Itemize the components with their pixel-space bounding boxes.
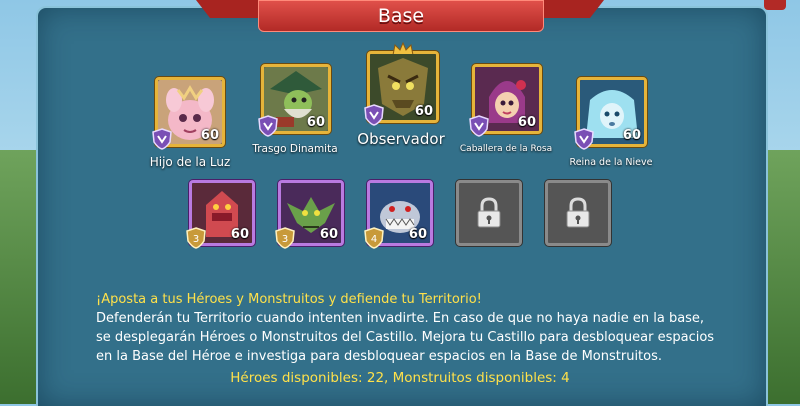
monster-rank: 3: [193, 234, 199, 245]
hero-level: 60: [622, 128, 641, 143]
monster-slot-2[interactable]: 3 60: [275, 180, 344, 249]
description-body: Defenderán tu Territorio cuando intenten…: [96, 311, 715, 364]
hero-slot-trasgo-dinamita[interactable]: 60: [258, 64, 331, 137]
hero-name: Observador: [357, 130, 445, 148]
background-left: [0, 150, 40, 404]
close-button[interactable]: [764, 0, 786, 10]
shield-icon: [364, 104, 384, 126]
monster-level: 60: [408, 227, 427, 242]
available-count: Héroes disponibles: 22, Monstruitos disp…: [230, 370, 570, 386]
description: ¡Aposta a tus Héroes y Monstruitos y def…: [96, 290, 716, 366]
page-title: Base: [377, 5, 425, 27]
hero-name: Hijo de la Luz: [149, 155, 231, 169]
hero-slot-reina-de-la-nieve[interactable]: 60: [574, 77, 647, 150]
hero-slot-observador[interactable]: 60: [364, 42, 439, 126]
hero-slot-caballera-de-la-rosa[interactable]: 60: [469, 64, 542, 137]
hero-level: 60: [414, 104, 433, 119]
monster-slot-1[interactable]: 3 60: [186, 180, 255, 249]
shield-icon: [574, 128, 594, 150]
title-banner: Base: [258, 0, 544, 32]
locked-slot-1[interactable]: [456, 180, 522, 246]
hero-slot-hijo-de-la-luz[interactable]: 60: [152, 77, 225, 150]
hero-name: Reina de la Nieve: [569, 157, 653, 168]
description-title: ¡Aposta a tus Héroes y Monstruitos y def…: [96, 292, 482, 307]
lock-icon: [566, 197, 590, 228]
monster-rank: 4: [371, 234, 377, 245]
shield-icon: [152, 128, 172, 150]
locked-slot-2[interactable]: [545, 180, 611, 246]
hero-name: Trasgo Dinamita: [252, 143, 338, 155]
hero-level: 60: [517, 115, 536, 130]
monster-level: 60: [230, 227, 249, 242]
rank-shield-icon: 3: [275, 227, 295, 249]
hero-level: 60: [200, 128, 219, 143]
shield-icon: [469, 115, 489, 137]
rank-shield-icon: 4: [364, 227, 384, 249]
hero-name: Caballera de la Rosa: [459, 144, 553, 154]
lock-icon: [477, 197, 501, 228]
shield-icon: [258, 115, 278, 137]
hero-level: 60: [306, 115, 325, 130]
monster-rank: 3: [282, 234, 288, 245]
monster-slot-3[interactable]: 4 60: [364, 180, 433, 249]
rank-shield-icon: 3: [186, 227, 206, 249]
monster-level: 60: [319, 227, 338, 242]
